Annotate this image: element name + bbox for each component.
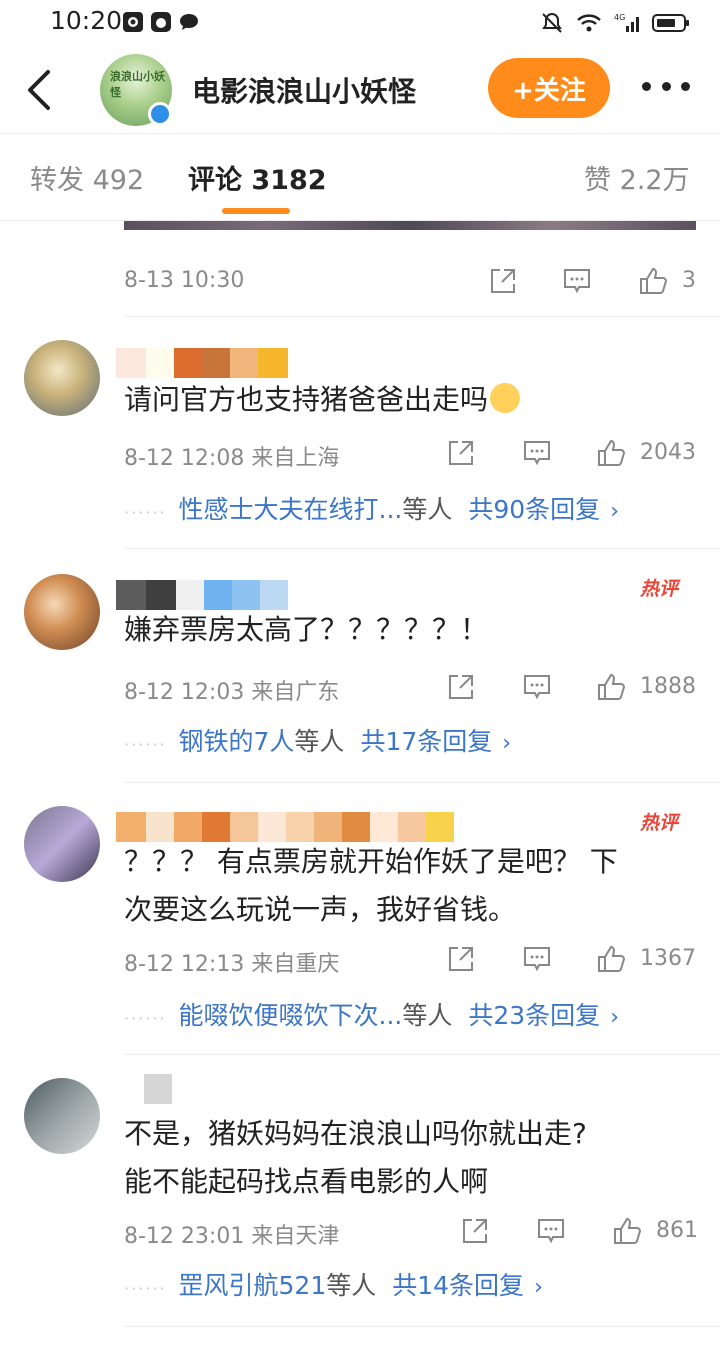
chevron-right-icon: › [502,731,512,756]
user-avatar[interactable] [24,574,100,650]
tab-bar: 转发 492 评论 3182 赞 2.2万 [0,134,720,220]
follow-button[interactable]: +关注 [488,58,610,118]
share-icon[interactable] [446,672,476,702]
like-count: 861 [656,1218,698,1243]
share-icon[interactable] [446,944,476,974]
chevron-right-icon: › [610,1005,619,1030]
comment-text: 不是，猪妖妈妈在浪浪山吗你就出走? 能不能起码找点看电影的人啊 [124,1117,587,1198]
row-divider [124,782,720,783]
chevron-right-icon: › [534,1275,543,1300]
wifi-icon [577,14,601,32]
weibo-notify-icon [151,12,171,32]
row-divider [124,1054,720,1055]
reply-count[interactable]: 共23条回复 [468,1001,600,1030]
username-blurred[interactable] [116,1074,172,1104]
row-divider [124,316,720,317]
comment-meta: 8-12 12:08 来自上海 2043 [124,434,696,474]
comment-time-location: 8-12 12:03 来自广东 [124,680,340,705]
message-icon [180,14,198,30]
like-count: 3 [682,268,696,293]
battery-icon [652,14,689,32]
comment-text: 请问官方也支持猪爸爸出走吗 [124,376,521,424]
row-divider [124,1326,720,1327]
account-avatar-text: 浪浪山小妖怪 [110,70,165,99]
comment-time-location: 8-12 12:08 来自上海 [124,446,340,471]
status-right: 4G [540,8,690,38]
reply-summary[interactable]: ······ 钢铁的7人等人 共17条回复 › [124,722,511,758]
reply-summary[interactable]: ······ 罡风引航521等人 共14条回复 › [124,1266,543,1302]
tab-likes[interactable]: 赞 2.2万 [584,158,690,197]
reply-summary[interactable]: ······ 性感士大夫在线打...等人 共90条回复 › [124,490,619,526]
reply-count[interactable]: 共14条回复 [392,1271,524,1300]
like-icon[interactable] [596,944,626,974]
status-bar: 10:20 4G [0,0,720,46]
like-count: 1888 [640,674,696,699]
like-icon[interactable] [638,266,668,296]
like-icon[interactable] [596,672,626,702]
tab-reposts[interactable]: 转发 492 [30,158,144,197]
comment-meta: 8-12 12:13 来自重庆 1367 [124,940,696,980]
comment-time-location: 8-12 12:13 来自重庆 [124,952,340,977]
back-arrow-icon[interactable] [24,68,54,112]
status-time: 10:20 [50,6,123,35]
hot-comment-badge: 热评 [640,812,679,834]
signal-icon: 4G [614,13,639,32]
user-avatar[interactable] [24,806,100,882]
header: 浪浪山小妖怪 电影浪浪山小妖怪 +关注 [0,46,720,134]
verified-badge-icon [148,102,172,126]
comment-text: 嫌弃票房太高了？？？？？！ [124,613,489,646]
thinking-emoji-icon [490,383,521,413]
comment-icon[interactable] [562,266,592,296]
comment-text: ？？？ 有点票房就开始作妖了是吧？ 下 次要这么玩说一声，我好省钱。 [124,845,618,926]
comment-meta: 8-12 23:01 来自天津 861 [124,1212,698,1252]
like-icon[interactable] [596,438,626,468]
mute-icon [542,12,562,33]
share-icon[interactable] [460,1216,490,1246]
comment-time-location: 8-12 23:01 来自天津 [124,1224,340,1249]
comment-icon[interactable] [522,438,552,468]
comment-time: 8-13 10:30 [124,268,245,293]
user-avatar[interactable] [24,340,100,416]
comment-meta: 8-12 12:03 来自广东 1888 [124,668,696,708]
comment-icon[interactable] [522,672,552,702]
reply-user[interactable]: 钢铁的7人 [179,727,295,756]
share-icon[interactable] [446,438,476,468]
user-avatar[interactable] [24,1078,100,1154]
reply-user[interactable]: 性感士大夫在线打... [179,495,403,524]
svg-text:4G: 4G [614,13,625,22]
reply-summary[interactable]: ······ 能啜饮便啜饮下次...等人 共23条回复 › [124,996,619,1032]
comment-meta: 8-13 10:30 3 [124,262,696,302]
comment-image-partial[interactable] [124,221,696,230]
hot-comment-badge: 热评 [640,578,679,600]
tab-indicator [222,208,290,214]
reply-user[interactable]: 能啜饮便啜饮下次... [179,1001,403,1030]
chevron-right-icon: › [610,499,619,524]
username-blurred[interactable] [116,348,288,378]
like-icon[interactable] [612,1216,642,1246]
tab-comments[interactable]: 评论 3182 [188,158,327,197]
camera-icon [123,12,143,32]
reply-count[interactable]: 共90条回复 [468,495,600,524]
like-count: 2043 [640,440,696,465]
row-divider [124,548,720,549]
account-name[interactable]: 电影浪浪山小妖怪 [192,70,416,110]
comment-icon[interactable] [522,944,552,974]
reply-user[interactable]: 罡风引航521 [179,1271,327,1300]
more-options-icon[interactable] [642,82,690,94]
reply-count[interactable]: 共17条回复 [360,727,492,756]
comment-icon[interactable] [536,1216,566,1246]
like-count: 1367 [640,946,696,971]
share-icon[interactable] [488,266,518,296]
